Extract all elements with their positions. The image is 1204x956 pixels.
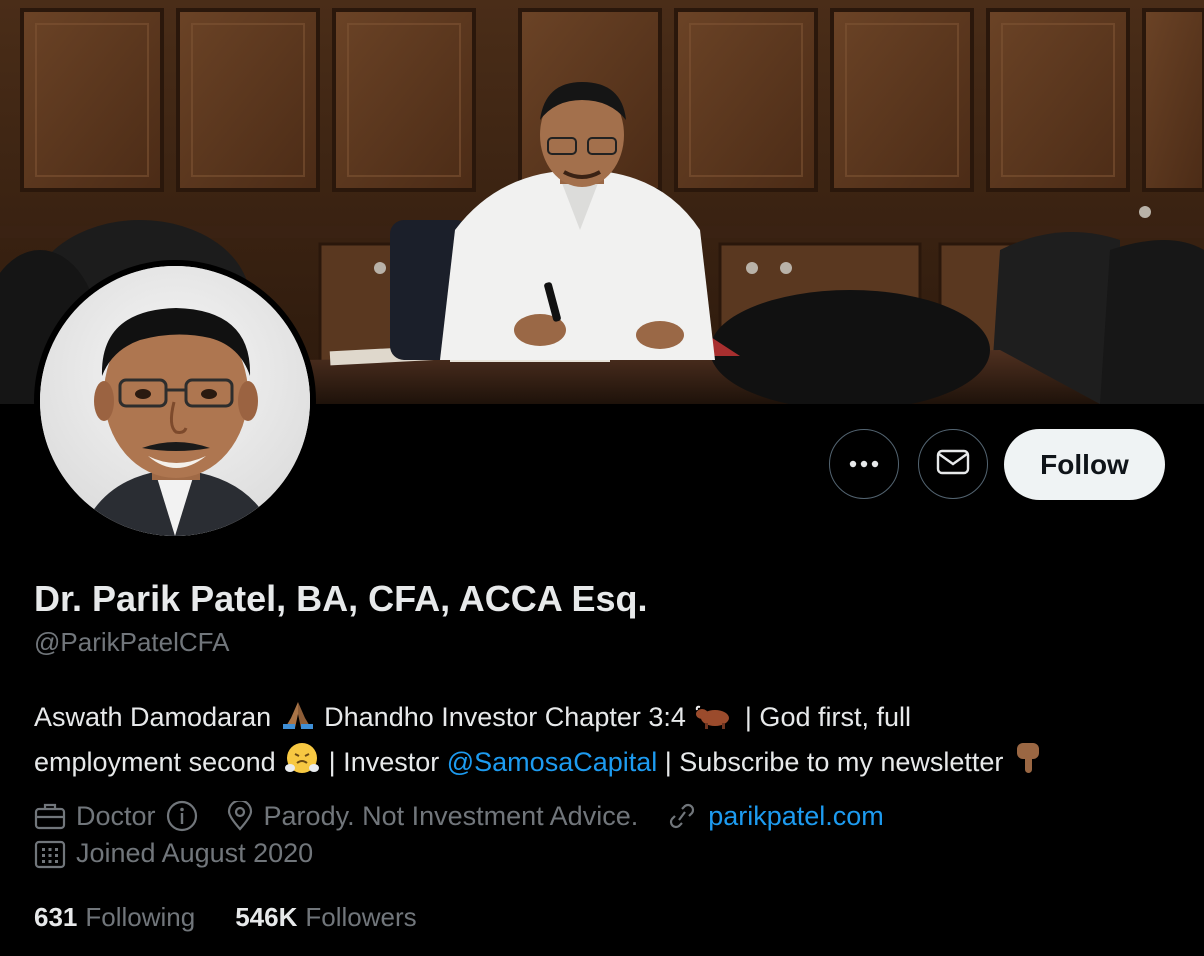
steam-face-emoji: [285, 741, 320, 786]
profession-label: Doctor: [76, 800, 156, 831]
more-button[interactable]: [829, 429, 899, 499]
followers-count: 546K: [235, 902, 298, 932]
bio-text: Aswath Damodaran: [34, 702, 272, 732]
display-name: Dr. Parik Patel, BA, CFA, ACCA Esq.: [34, 578, 648, 619]
briefcase-icon: [34, 802, 66, 830]
envelope-icon: [936, 448, 970, 481]
mention-link[interactable]: @SamosaCapital: [447, 747, 658, 777]
profile-meta-joined: Joined August 2020: [34, 838, 341, 869]
bio-text: employment second: [34, 747, 276, 777]
bio-text: | Investor: [328, 747, 440, 777]
followers-label: Followers: [305, 902, 417, 932]
message-button[interactable]: [918, 429, 988, 499]
pointing-down-emoji: [1013, 741, 1043, 786]
location-label: Parody. Not Investment Advice.: [263, 800, 639, 831]
follow-button[interactable]: Follow: [1004, 429, 1165, 500]
joined-label: Joined August 2020: [76, 838, 314, 868]
following-count: 631: [34, 902, 78, 932]
follow-stats: 631 Following 546K Followers: [34, 902, 457, 933]
followers-stat[interactable]: 546K Followers: [235, 902, 416, 933]
profile-bio: Aswath Damodaran Dhandho Investor Chapte…: [34, 697, 1184, 786]
profile-meta: Doctor Parody. Not Investment Advice. pa…: [34, 800, 912, 832]
profile-avatar[interactable]: [34, 260, 316, 542]
profile-handle: @ParikPatelCFA: [34, 627, 230, 657]
following-label: Following: [85, 902, 196, 932]
avatar-photo: [40, 266, 310, 536]
bio-line-2: employment second | Investor @SamosaCapi…: [34, 741, 1184, 786]
following-stat[interactable]: 631 Following: [34, 902, 195, 933]
info-icon[interactable]: [166, 800, 198, 832]
folded-hands-emoji: [281, 700, 315, 741]
joined-item: Joined August 2020: [34, 838, 313, 869]
calendar-icon: [34, 839, 66, 869]
website-link[interactable]: parikpatel.com: [708, 801, 884, 832]
profession-item: Doctor: [34, 800, 198, 832]
bio-text: Dhandho Investor Chapter 3:4: [324, 702, 686, 732]
location-item: Parody. Not Investment Advice.: [226, 800, 639, 832]
website-item[interactable]: parikpatel.com: [666, 801, 884, 832]
more-horizontal-icon: [849, 455, 879, 473]
bio-text: | Subscribe to my newsletter: [664, 747, 1004, 777]
ox-emoji: [695, 701, 735, 741]
location-pin-icon: [226, 801, 254, 831]
bio-line-1: Aswath Damodaran Dhandho Investor Chapte…: [34, 697, 1184, 741]
link-icon: [666, 801, 698, 831]
bio-text: | God first, full: [744, 702, 911, 732]
